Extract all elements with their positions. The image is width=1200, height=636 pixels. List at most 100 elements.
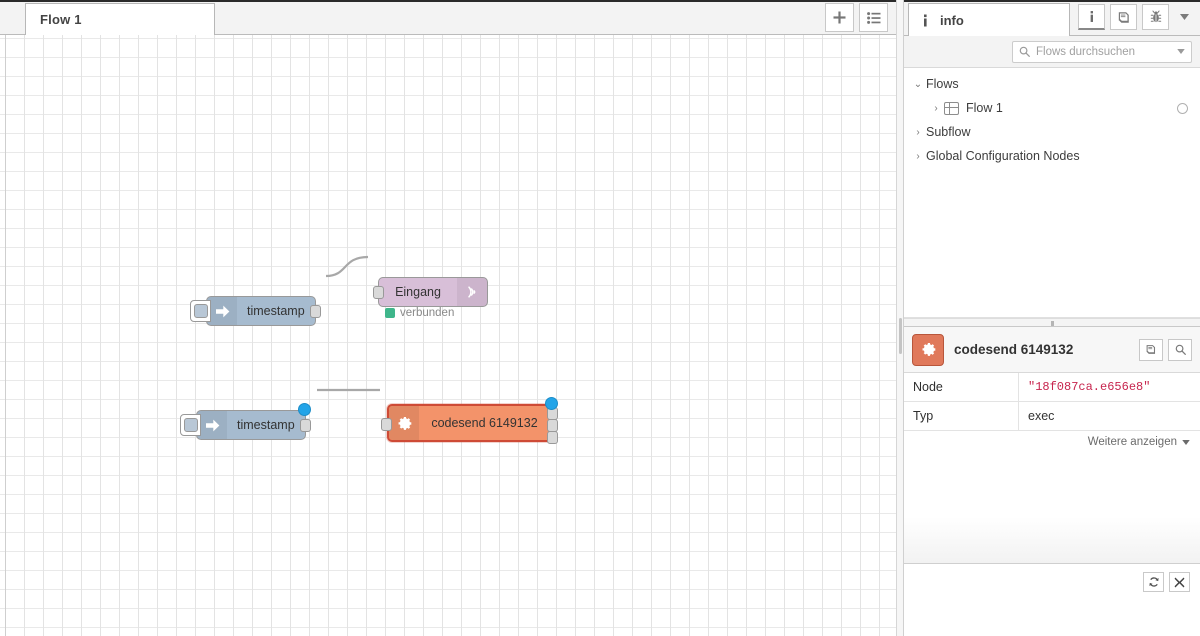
exec-icon-box (389, 406, 419, 440)
sidebar-menu-button[interactable] (1174, 4, 1194, 30)
node-status-mqtt: verbunden (385, 307, 454, 319)
tree-item-label: Flows (926, 77, 959, 91)
cog-icon (398, 416, 411, 430)
flow-canvas[interactable]: timestamp Eingang verbunden timestamp co… (0, 35, 896, 636)
search-icon (1175, 344, 1186, 355)
node-type-badge (912, 333, 944, 366)
table-row: Node "18f087ca.e656e8" (904, 373, 1200, 402)
sidebar: info Flows durchsuchen ⌄ Flows › Flow 1 … (904, 0, 1200, 636)
flow-tab-flow-1[interactable]: Flow 1 (25, 3, 215, 35)
splitter-grip (1050, 321, 1054, 326)
inject-trigger-button[interactable] (180, 414, 201, 436)
cog-icon (922, 342, 935, 356)
chevron-right-icon[interactable]: › (910, 151, 926, 162)
sidebar-horizontal-splitter[interactable] (904, 318, 1200, 327)
debug-panel-buttons (1143, 572, 1190, 592)
inject-trigger-button[interactable] (190, 300, 211, 322)
property-key: Typ (904, 401, 1019, 431)
book-icon (1146, 345, 1156, 354)
editor-pane: Flow 1 timestamp Eingang verbunden times… (0, 0, 896, 636)
node-label: timestamp (247, 304, 305, 318)
chevron-right-icon[interactable]: › (910, 127, 926, 138)
sidebar-header: info (904, 0, 1200, 36)
sidebar-tab-info[interactable]: info (908, 3, 1070, 36)
flow-enabled-indicator-icon[interactable] (1177, 102, 1188, 114)
tree-item-label: Flow 1 (966, 101, 1003, 115)
info-panel-header: codesend 6149132 (904, 327, 1200, 373)
node-selected-handle[interactable] (545, 397, 558, 410)
node-output-port-3[interactable] (547, 431, 558, 444)
tree-item-flows[interactable]: ⌄ Flows (904, 72, 1200, 96)
tree-item-subflow[interactable]: › Subflow (904, 120, 1200, 144)
debug-tab-button[interactable] (1142, 4, 1169, 30)
sidebar-vertical-splitter[interactable] (896, 0, 904, 636)
add-flow-button[interactable] (825, 3, 854, 32)
property-value: exec (1018, 401, 1200, 431)
tree-item-global-configuration-nodes[interactable]: › Global Configuration Nodes (904, 144, 1200, 168)
flow-tab-label: Flow 1 (40, 12, 82, 27)
info-icon (1090, 11, 1093, 22)
inject-arrow-icon (215, 305, 229, 317)
sidebar-tab-label: info (940, 12, 964, 28)
flows-tree: ⌄ Flows › Flow 1 › Subflow › Global Conf… (904, 68, 1200, 318)
info-help-button[interactable] (1139, 338, 1163, 361)
node-output-port[interactable] (310, 305, 321, 318)
status-dot-icon (385, 308, 395, 318)
tree-item-flow-1[interactable]: › Flow 1 (904, 96, 1200, 120)
book-icon (1118, 11, 1129, 23)
sidebar-search-row: Flows durchsuchen (904, 36, 1200, 68)
chevron-down-icon[interactable] (1177, 49, 1185, 54)
flow-tab-bar: Flow 1 (0, 0, 896, 35)
property-key: Node (904, 373, 1019, 402)
info-icon (924, 14, 927, 26)
node-label: Eingang (395, 285, 441, 299)
node-input-port[interactable] (373, 286, 384, 299)
node-output-port[interactable] (300, 419, 311, 432)
node-exec-codesend[interactable]: codesend 6149132 (381, 397, 558, 444)
tree-item-label: Subflow (926, 125, 971, 139)
chevron-down-icon[interactable]: ⌄ (910, 79, 926, 90)
flow-tab-actions (825, 3, 888, 32)
node-inject-timestamp-1[interactable]: timestamp (190, 296, 321, 326)
flow-list-button[interactable] (859, 3, 888, 32)
search-placeholder: Flows durchsuchen (1036, 45, 1136, 58)
info-panel-body (904, 448, 1200, 564)
tree-item-label: Global Configuration Nodes (926, 149, 1080, 163)
inject-arrow-icon (205, 419, 219, 431)
info-search-button[interactable] (1168, 338, 1192, 361)
help-tab-button[interactable] (1110, 4, 1137, 30)
inject-icon-box (207, 297, 237, 325)
node-label: codesend 6149132 (431, 416, 538, 430)
search-icon (1019, 46, 1030, 57)
inject-button-square-icon (183, 418, 198, 432)
show-more-properties-button[interactable]: Weitere anzeigen (904, 431, 1200, 448)
info-panel-buttons (1139, 338, 1192, 361)
inject-button-square-icon (193, 304, 208, 318)
sidebar-header-buttons (1078, 4, 1194, 30)
mqtt-icon-box (457, 278, 487, 306)
chevron-right-icon[interactable]: › (928, 103, 944, 114)
node-label: timestamp (237, 418, 295, 432)
splitter-grip (899, 318, 902, 354)
inject-icon-box (197, 411, 227, 439)
table-row: Typ exec (904, 401, 1200, 431)
refresh-icon (1148, 577, 1159, 587)
node-inject-timestamp-2[interactable]: timestamp (180, 403, 311, 440)
node-properties-table: Node "18f087ca.e656e8" Typ exec (904, 373, 1200, 431)
refresh-button[interactable] (1143, 572, 1164, 592)
bug-icon (1150, 10, 1161, 23)
flow-icon (944, 101, 959, 115)
plus-icon (833, 11, 846, 24)
node-input-port[interactable] (381, 418, 392, 431)
property-value: "18f087ca.e656e8" (1018, 373, 1200, 402)
list-icon (866, 11, 880, 24)
node-selected-handle[interactable] (298, 403, 311, 416)
chevron-down-icon (1179, 14, 1189, 20)
debug-panel (904, 564, 1200, 636)
clear-button[interactable] (1169, 572, 1190, 592)
info-panel-title: codesend 6149132 (954, 342, 1074, 357)
info-tab-button[interactable] (1078, 4, 1105, 30)
search-input[interactable]: Flows durchsuchen (1012, 40, 1192, 63)
close-icon (1174, 577, 1185, 587)
node-mqtt-in-eingang[interactable]: Eingang (373, 277, 488, 307)
